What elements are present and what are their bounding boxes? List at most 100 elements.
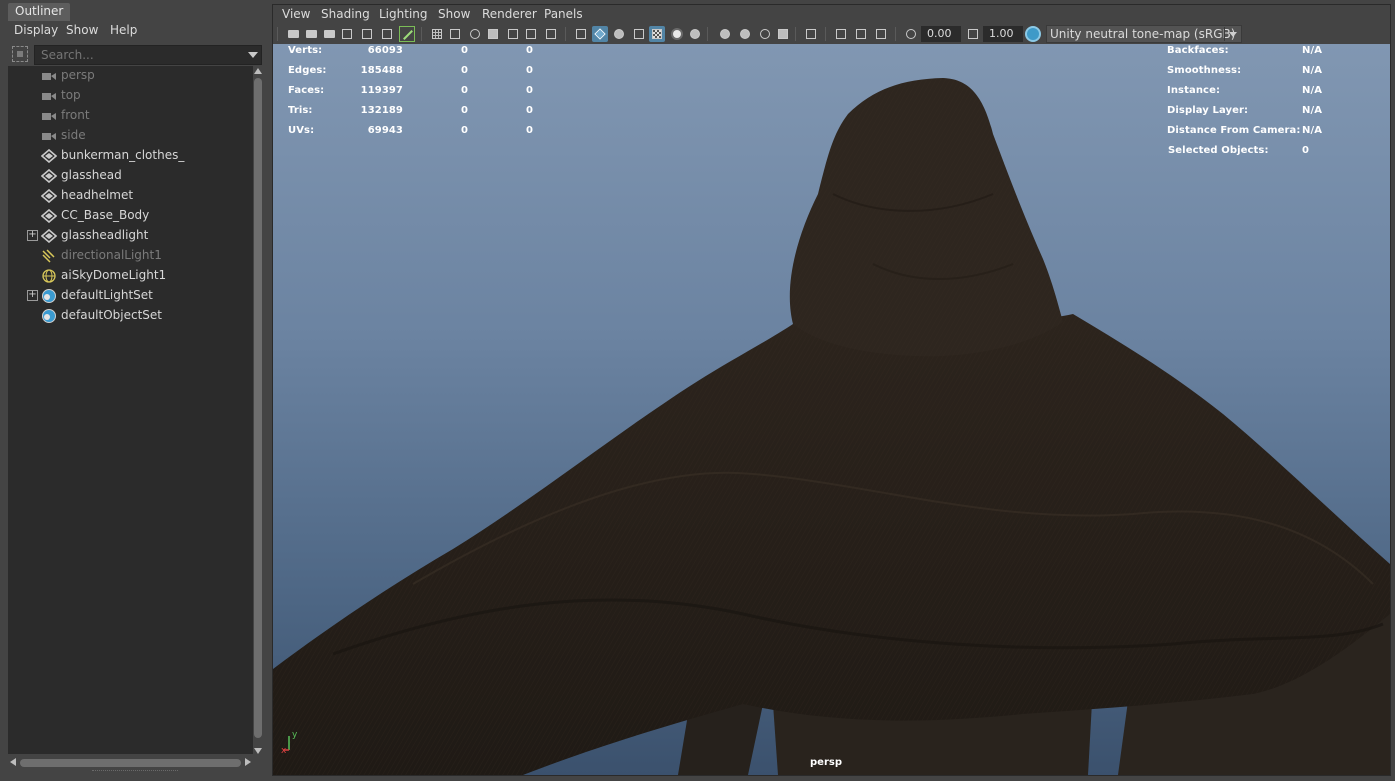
outliner-item-bunkerman-clothes[interactable]: bunkerman_clothes_	[8, 146, 253, 166]
xray-icon[interactable]	[833, 26, 849, 42]
safe-action-icon[interactable]	[523, 26, 539, 42]
scroll-thumb[interactable]	[20, 759, 241, 767]
hud-instance-label: Instance:	[1167, 85, 1221, 96]
menu-lighting[interactable]: Lighting	[379, 7, 428, 21]
outliner-item-label: persp	[61, 68, 95, 82]
scroll-right-icon[interactable]	[245, 758, 251, 766]
wireframe-icon[interactable]	[573, 26, 589, 42]
search-dropdown-icon[interactable]	[248, 52, 258, 58]
directional-light-icon	[42, 249, 55, 263]
menu-renderer[interactable]: Renderer	[482, 7, 537, 21]
depth-of-field-icon[interactable]	[775, 26, 791, 42]
bookmark-icon[interactable]	[339, 26, 355, 42]
2d-pan-zoom-icon[interactable]	[379, 26, 395, 42]
set-icon	[42, 309, 56, 323]
outliner-item-skydomelight[interactable]: aiSkyDomeLight1	[8, 266, 253, 286]
outliner-item-top[interactable]: top	[8, 86, 253, 106]
use-default-material-icon[interactable]	[611, 26, 627, 42]
outliner-item-front[interactable]: front	[8, 106, 253, 126]
resolution-gate-icon[interactable]	[467, 26, 483, 42]
hud-backfaces-label: Backfaces:	[1167, 45, 1229, 56]
3d-viewport[interactable]: Verts: 66093 0 0 Edges: 185488 0 0 Faces…	[273, 44, 1390, 775]
safe-title-icon[interactable]	[543, 26, 559, 42]
outliner-vertical-scrollbar[interactable]	[253, 66, 263, 754]
hud-edges-value: 185488	[360, 65, 403, 76]
menu-help[interactable]: Help	[110, 23, 137, 37]
scroll-thumb[interactable]	[254, 78, 262, 738]
toolbar-divider	[795, 27, 796, 41]
outliner-item-defaultobjectset[interactable]: defaultObjectSet	[8, 306, 253, 326]
gamma-icon[interactable]	[965, 26, 981, 42]
exposure-field[interactable]: 0.00	[921, 26, 961, 42]
outliner-item-side[interactable]: side	[8, 126, 253, 146]
wireframe-on-shaded-icon[interactable]	[631, 26, 647, 42]
hud-faces-selected: 0	[460, 85, 468, 96]
tone-map-select[interactable]: Unity neutral tone-map (sRGB)	[1046, 25, 1242, 43]
motion-blur-icon[interactable]	[737, 26, 753, 42]
lock-camera-icon[interactable]	[303, 26, 319, 42]
screen-space-ao-icon[interactable]	[717, 26, 733, 42]
search-input[interactable]	[34, 45, 262, 65]
gamma-field[interactable]: 1.00	[983, 26, 1023, 42]
scroll-down-icon[interactable]	[254, 748, 262, 754]
outliner-item-cc-base-body[interactable]: CC_Base_Body	[8, 206, 253, 226]
hud-faces-label: Faces:	[288, 85, 325, 96]
menu-show[interactable]: Show	[438, 7, 470, 21]
scroll-left-icon[interactable]	[10, 758, 16, 766]
grease-pencil-icon[interactable]	[399, 26, 415, 42]
outliner-horizontal-scrollbar[interactable]	[8, 757, 253, 769]
image-plane-icon[interactable]	[359, 26, 375, 42]
hud-tris-extra: 0	[525, 105, 533, 116]
expand-icon[interactable]: +	[27, 230, 38, 241]
toolbar-divider	[825, 27, 826, 41]
exposure-icon[interactable]	[903, 26, 919, 42]
camera-icon	[42, 133, 56, 140]
xray-joints-icon[interactable]	[873, 26, 889, 42]
toolbar-divider	[277, 27, 278, 41]
hud-edges-extra: 0	[525, 65, 533, 76]
smooth-shade-icon[interactable]	[592, 26, 608, 42]
field-chart-icon[interactable]	[505, 26, 521, 42]
expand-icon[interactable]: +	[27, 290, 38, 301]
color-management-icon[interactable]	[1025, 26, 1041, 42]
multisample-aa-icon[interactable]	[757, 26, 773, 42]
outliner-item-glasshead[interactable]: glasshead	[8, 166, 253, 186]
outliner-panel: Outliner Display Show Help persp top fro…	[0, 0, 268, 781]
menu-panels[interactable]: Panels	[544, 7, 583, 21]
outliner-tab[interactable]: Outliner	[8, 3, 71, 21]
film-gate-icon[interactable]	[447, 26, 463, 42]
grid-icon[interactable]	[429, 26, 445, 42]
isolate-select-icon[interactable]	[803, 26, 819, 42]
hud-distance-value: N/A	[1302, 125, 1323, 136]
hud-uvs-extra: 0	[525, 125, 533, 136]
filter-icon[interactable]	[12, 46, 28, 62]
outliner-item-label: defaultObjectSet	[61, 308, 163, 322]
outliner-menubar: Display Show Help	[0, 21, 268, 41]
outliner-item-persp[interactable]: persp	[8, 66, 253, 86]
scroll-up-icon[interactable]	[254, 68, 262, 74]
outliner-item-glassheadlight[interactable]: + glassheadlight	[8, 226, 253, 246]
gate-mask-icon[interactable]	[485, 26, 501, 42]
menu-show[interactable]: Show	[66, 23, 98, 37]
menu-view[interactable]: View	[282, 7, 310, 21]
camera-attributes-icon[interactable]	[321, 26, 337, 42]
hud-uvs-value: 69943	[367, 125, 403, 136]
select-camera-icon[interactable]	[285, 26, 301, 42]
textured-icon[interactable]	[649, 26, 665, 42]
mesh-icon	[41, 209, 57, 223]
resize-grip[interactable]	[92, 770, 178, 773]
shadows-icon[interactable]	[687, 26, 703, 42]
outliner-item-headhelmet[interactable]: headhelmet	[8, 186, 253, 206]
menu-display[interactable]: Display	[14, 23, 58, 37]
hud-faces-extra: 0	[525, 85, 533, 96]
hud-distance-label: Distance From Camera:	[1167, 125, 1301, 136]
menu-shading[interactable]: Shading	[321, 7, 370, 21]
outliner-item-label: CC_Base_Body	[61, 208, 150, 222]
outliner-item-directionallight[interactable]: directionalLight1	[8, 246, 253, 266]
outliner-item-defaultlightset[interactable]: + defaultLightSet	[8, 286, 253, 306]
toolbar-divider	[895, 27, 896, 41]
tone-map-value: Unity neutral tone-map (sRGB)	[1050, 27, 1236, 41]
hud-smoothness-label: Smoothness:	[1167, 65, 1242, 76]
use-all-lights-icon[interactable]	[669, 26, 685, 42]
xray-active-components-icon[interactable]	[853, 26, 869, 42]
